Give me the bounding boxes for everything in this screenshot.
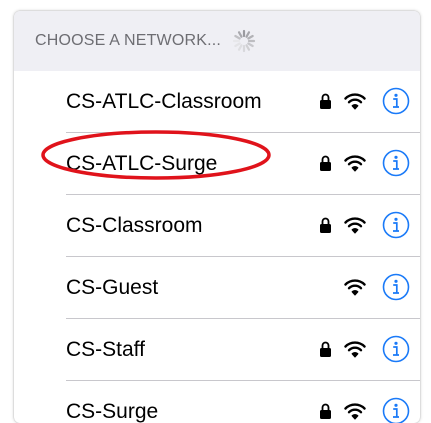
lock-icon: [319, 340, 332, 358]
network-name: CS-Guest: [66, 257, 158, 319]
info-icon[interactable]: [382, 273, 410, 301]
info-icon[interactable]: [382, 87, 410, 115]
wifi-icon: [344, 277, 366, 297]
info-icon[interactable]: [382, 335, 410, 363]
wifi-icon: [344, 215, 366, 235]
section-header-label: CHOOSE A NETWORK...: [35, 32, 221, 50]
network-row-cs-staff[interactable]: CS-Staff: [14, 319, 420, 381]
network-list-panel: CHOOSE A NETWORK... CS-ATLC-Classroom: [14, 11, 420, 423]
activity-spinner-icon: [231, 28, 257, 54]
wifi-icon: [344, 339, 366, 359]
network-name: CS-ATLC-Classroom: [66, 71, 262, 133]
lock-icon: [319, 92, 332, 110]
wifi-icon: [344, 401, 366, 421]
wifi-icon: [344, 153, 366, 173]
info-icon[interactable]: [382, 149, 410, 177]
network-row-cs-atlc-surge[interactable]: CS-ATLC-Surge: [14, 133, 420, 195]
network-name: CS-ATLC-Surge: [66, 133, 217, 195]
network-row-cs-surge[interactable]: CS-Surge: [14, 381, 420, 423]
network-row-cs-classroom[interactable]: CS-Classroom: [14, 195, 420, 257]
network-row-cs-atlc-classroom[interactable]: CS-ATLC-Classroom: [14, 71, 420, 133]
network-row-cs-guest[interactable]: CS-Guest: [14, 257, 420, 319]
info-icon[interactable]: [382, 397, 410, 423]
info-icon[interactable]: [382, 211, 410, 239]
lock-icon: [319, 154, 332, 172]
network-name: CS-Staff: [66, 319, 145, 381]
choose-network-header: CHOOSE A NETWORK...: [14, 11, 420, 71]
network-name: CS-Surge: [66, 381, 158, 423]
lock-icon: [319, 216, 332, 234]
lock-icon: [319, 402, 332, 420]
network-name: CS-Classroom: [66, 195, 203, 257]
wifi-icon: [344, 91, 366, 111]
